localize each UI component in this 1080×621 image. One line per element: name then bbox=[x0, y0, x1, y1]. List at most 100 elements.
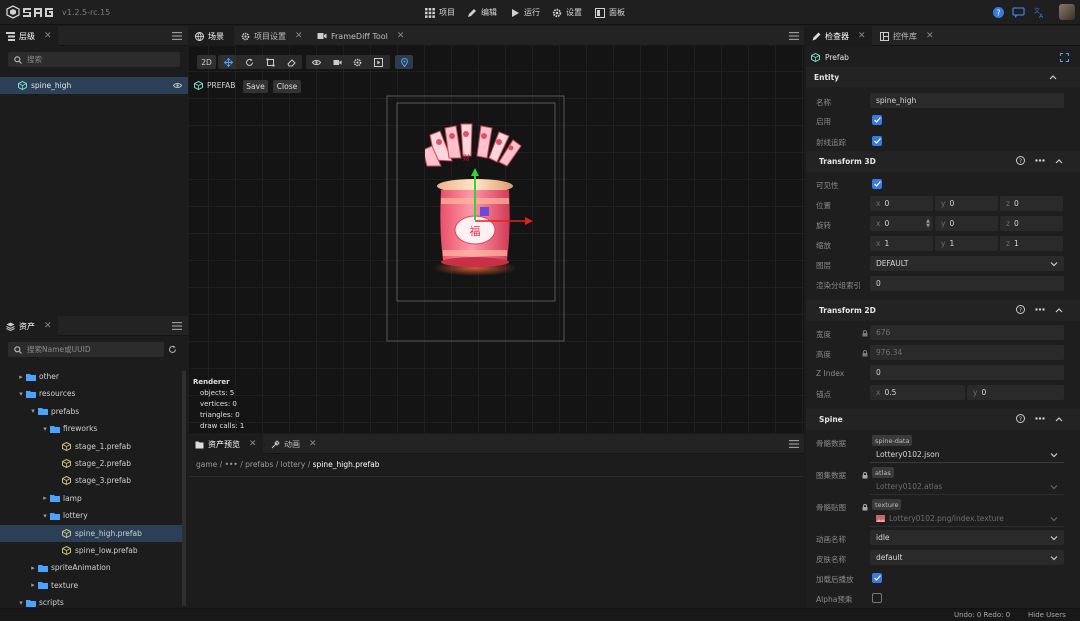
help-icon[interactable]: ? bbox=[1016, 305, 1025, 314]
rotation-y-input[interactable]: y0 bbox=[935, 216, 998, 231]
hide-users-toggle[interactable]: Hide Users bbox=[1028, 611, 1066, 619]
chevron-down-icon[interactable]: ▾ bbox=[16, 599, 26, 607]
menu-icon[interactable] bbox=[789, 31, 799, 41]
enabled-checkbox[interactable] bbox=[872, 115, 882, 125]
render-index-input[interactable]: 0 bbox=[870, 276, 1064, 291]
chevron-down-icon[interactable]: ▾ bbox=[16, 390, 26, 398]
entity-section-header[interactable] bbox=[806, 67, 1080, 87]
close-button[interactable]: Close bbox=[273, 80, 301, 93]
chevron-down-icon[interactable]: ▾ bbox=[40, 512, 50, 520]
translate-icon[interactable]: 文A bbox=[1033, 6, 1046, 19]
expand-icon[interactable] bbox=[1060, 53, 1069, 62]
asset-file-row[interactable]: stage_1.prefab bbox=[0, 438, 182, 455]
menu-project[interactable]: 项目 bbox=[425, 7, 455, 18]
camera-button[interactable] bbox=[329, 55, 346, 69]
stepper-icon[interactable]: ▲ ▼ bbox=[926, 218, 930, 229]
location-button[interactable] bbox=[395, 55, 413, 69]
scale-y-input[interactable]: y1 bbox=[935, 236, 998, 251]
tab-asset-preview[interactable]: 资产预览 ✕ bbox=[189, 434, 263, 454]
rotation-x-input[interactable]: x 0 ▲ ▼ bbox=[870, 216, 933, 231]
hierarchy-row[interactable]: spine_high bbox=[0, 77, 188, 94]
help-icon[interactable]: ? bbox=[992, 6, 1005, 19]
help-icon[interactable]: ? bbox=[1016, 156, 1025, 165]
scrollbar[interactable] bbox=[182, 371, 186, 606]
more-icon[interactable] bbox=[1035, 308, 1045, 311]
menu-icon[interactable] bbox=[789, 439, 799, 449]
asset-file-row[interactable]: spine_low.prefab bbox=[0, 542, 182, 559]
more-icon[interactable] bbox=[1035, 417, 1045, 420]
tab-inspector[interactable]: 检查器 ✕ bbox=[806, 26, 872, 46]
tab-hierarchy[interactable]: 层级 ✕ bbox=[0, 26, 58, 46]
anchor-x-input[interactable]: x 0.5 bbox=[870, 385, 965, 400]
chevron-down-icon[interactable]: ▾ bbox=[28, 407, 38, 415]
lottery-bucket-artwork[interactable]: 财 福 bbox=[425, 120, 540, 280]
skeleton-select[interactable]: Lottery0102.json bbox=[870, 447, 1064, 462]
asset-folder-row[interactable]: ▾ lottery bbox=[0, 507, 182, 524]
asset-file-row[interactable]: stage_3.prefab bbox=[0, 472, 182, 489]
asset-folder-row[interactable]: ▾ prefabs bbox=[0, 403, 182, 420]
alpha-checkbox[interactable] bbox=[872, 593, 882, 603]
save-button[interactable]: Save bbox=[243, 80, 268, 93]
scale-z-input[interactable]: z1 bbox=[1000, 236, 1063, 251]
tab-widgets[interactable]: 控件库 ✕ bbox=[874, 26, 940, 46]
scene-settings-button[interactable] bbox=[349, 55, 366, 69]
rect-tool-button[interactable] bbox=[262, 55, 278, 69]
rotation-z-input[interactable]: z0 bbox=[1000, 216, 1063, 231]
asset-folder-row[interactable]: ▾ fireworks bbox=[0, 420, 182, 437]
chevron-up-icon[interactable] bbox=[1055, 415, 1063, 423]
preview-button[interactable] bbox=[370, 55, 387, 69]
chevron-up-icon[interactable] bbox=[1055, 306, 1063, 314]
asset-file-row[interactable]: stage_2.prefab bbox=[0, 455, 182, 472]
zindex-input[interactable]: 0 bbox=[870, 365, 1064, 380]
avatar[interactable] bbox=[1059, 4, 1075, 20]
assets-search-input[interactable]: 搜索Name或UUID bbox=[8, 342, 164, 357]
menu-icon[interactable] bbox=[172, 31, 182, 41]
rotate-tool-button[interactable] bbox=[241, 55, 257, 69]
chevron-right-icon[interactable]: ▸ bbox=[28, 564, 38, 572]
chevron-right-icon[interactable]: ▸ bbox=[40, 494, 50, 502]
tab-framediff[interactable]: FrameDiff Tool ✕ bbox=[311, 26, 410, 46]
name-input[interactable]: spine_high bbox=[870, 93, 1064, 108]
visible-checkbox[interactable] bbox=[872, 179, 882, 189]
close-icon[interactable]: ✕ bbox=[926, 31, 934, 41]
menu-icon[interactable] bbox=[172, 321, 182, 331]
close-icon[interactable]: ✕ bbox=[309, 439, 317, 449]
more-icon[interactable] bbox=[1035, 159, 1045, 162]
close-icon[interactable]: ✕ bbox=[295, 31, 303, 41]
eye-button[interactable] bbox=[308, 55, 325, 69]
eye-icon[interactable] bbox=[173, 82, 182, 89]
raycast-checkbox[interactable] bbox=[872, 136, 882, 146]
asset-folder-row[interactable]: ▸ other bbox=[0, 368, 182, 385]
mode-2d-button[interactable]: 2D bbox=[197, 55, 216, 69]
chevron-up-icon[interactable] bbox=[1055, 157, 1063, 165]
chat-icon[interactable] bbox=[1012, 6, 1025, 19]
help-icon[interactable]: ? bbox=[1016, 414, 1025, 423]
asset-folder-row[interactable]: ▾ resources bbox=[0, 385, 182, 402]
erase-tool-button[interactable] bbox=[283, 55, 299, 69]
hierarchy-search-input[interactable]: 搜索 bbox=[8, 52, 180, 67]
position-y-input[interactable]: y0 bbox=[935, 196, 998, 211]
chevron-right-icon[interactable]: ▸ bbox=[28, 581, 38, 589]
menu-run[interactable]: 运行 bbox=[510, 7, 540, 18]
asset-folder-row[interactable]: ▸ texture bbox=[0, 577, 182, 594]
asset-file-row[interactable]: spine_high.prefab bbox=[0, 524, 182, 542]
anim-select[interactable]: idle bbox=[870, 530, 1064, 545]
menu-edit[interactable]: 编辑 bbox=[467, 7, 497, 18]
close-icon[interactable]: ✕ bbox=[249, 439, 257, 449]
asset-folder-row[interactable]: ▸ lamp bbox=[0, 490, 182, 507]
menu-settings[interactable]: 设置 bbox=[552, 7, 582, 18]
menu-panel[interactable]: 面板 bbox=[595, 7, 625, 18]
skin-select[interactable]: default bbox=[870, 550, 1064, 565]
breadcrumb-path[interactable]: game / ••• / prefabs / lottery / bbox=[196, 460, 313, 469]
tab-scene[interactable]: 场景 bbox=[189, 26, 234, 46]
tab-project-settings[interactable]: 项目设置 ✕ bbox=[235, 26, 309, 46]
refresh-icon[interactable] bbox=[168, 345, 177, 354]
chevron-up-icon[interactable] bbox=[1049, 73, 1057, 81]
asset-folder-row[interactable]: ▸ spriteAnimation bbox=[0, 559, 182, 576]
tab-assets[interactable]: 资产 ✕ bbox=[0, 316, 58, 336]
position-x-input[interactable]: x0 bbox=[870, 196, 933, 211]
close-icon[interactable]: ✕ bbox=[44, 31, 52, 41]
tab-animation[interactable]: 动画 ✕ bbox=[265, 434, 323, 454]
chevron-right-icon[interactable]: ▸ bbox=[16, 373, 26, 381]
scale-x-input[interactable]: x1 bbox=[870, 236, 933, 251]
